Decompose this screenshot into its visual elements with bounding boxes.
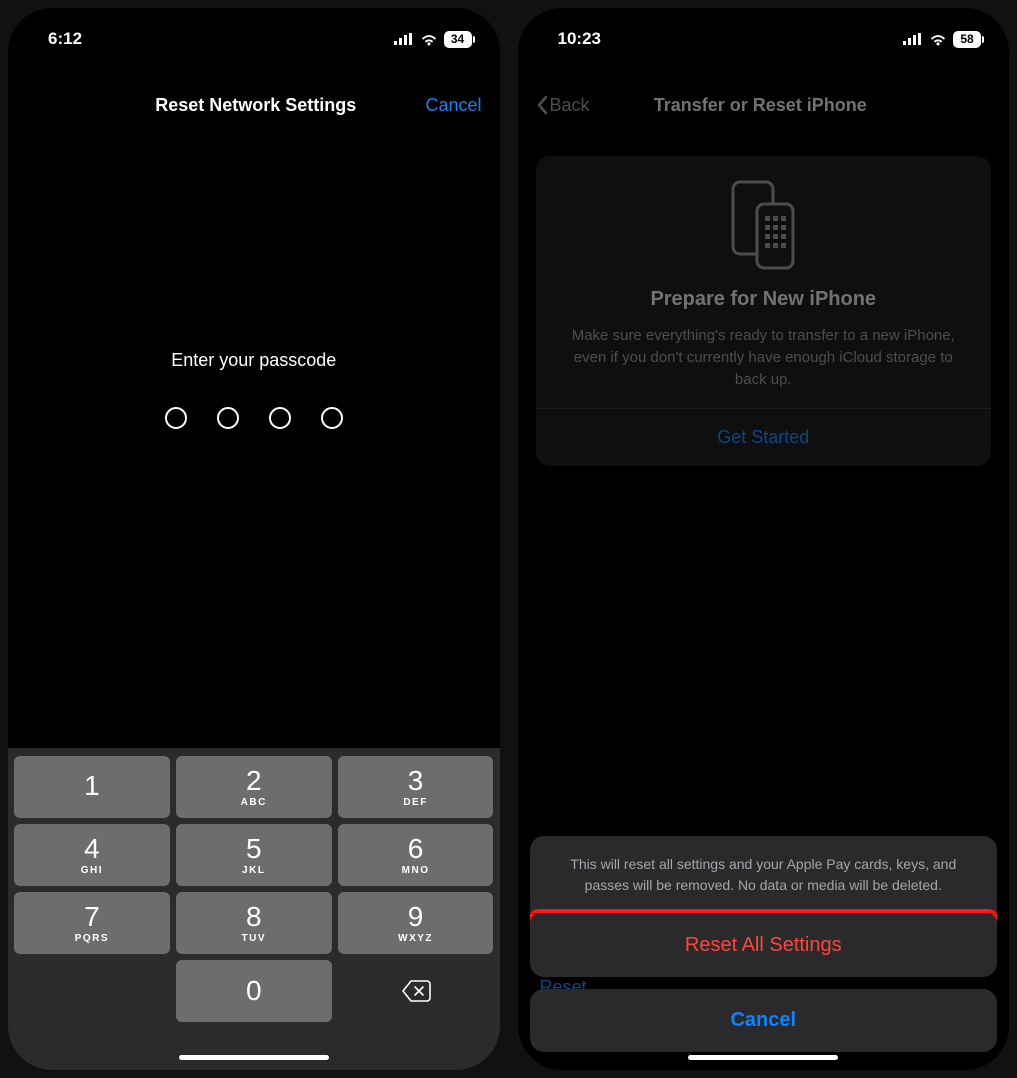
- chevron-left-icon: [536, 95, 548, 115]
- cellular-icon: [394, 33, 414, 45]
- card-title: Prepare for New iPhone: [554, 288, 974, 311]
- action-sheet-panel: This will reset all settings and your Ap…: [530, 836, 998, 977]
- get-started-button[interactable]: Get Started: [554, 409, 974, 466]
- transfer-reset-screen: 10:23 58 Back Transfer or Reset iPhone: [518, 8, 1010, 1070]
- home-indicator[interactable]: [179, 1055, 329, 1060]
- wifi-icon: [929, 33, 947, 46]
- keypad-8[interactable]: 8TUV: [176, 892, 332, 954]
- keypad-5[interactable]: 5JKL: [176, 824, 332, 886]
- keypad-6[interactable]: 6MNO: [338, 824, 494, 886]
- passcode-screen: 6:12 34 Reset Network Settings Cancel En…: [8, 8, 500, 1070]
- passcode-dots: [165, 407, 343, 429]
- keypad-2[interactable]: 2ABC: [176, 756, 332, 818]
- passcode-prompt: Enter your passcode: [171, 350, 336, 371]
- status-right: 58: [903, 31, 981, 48]
- keypad-7[interactable]: 7PQRS: [14, 892, 170, 954]
- sheet-cancel-button[interactable]: Cancel: [530, 989, 998, 1052]
- status-right: 34: [394, 31, 472, 48]
- back-label: Back: [550, 95, 590, 116]
- sheet-message: This will reset all settings and your Ap…: [530, 836, 998, 913]
- cancel-button[interactable]: Cancel: [425, 95, 481, 116]
- status-bar: 6:12 34: [8, 8, 500, 56]
- keypad-4[interactable]: 4GHI: [14, 824, 170, 886]
- prepare-card: Prepare for New iPhone Make sure everyth…: [536, 156, 992, 466]
- status-time: 10:23: [558, 29, 601, 49]
- home-indicator[interactable]: [688, 1055, 838, 1060]
- passcode-dot: [321, 407, 343, 429]
- battery-indicator: 58: [953, 31, 981, 48]
- reset-all-settings-button[interactable]: Reset All Settings: [530, 913, 998, 977]
- number-keypad: 1 2ABC 3DEF 4GHI 5JKL 6MNO 7PQRS 8TUV 9W…: [8, 748, 500, 1070]
- card-body: Make sure everything's ready to transfer…: [554, 325, 974, 408]
- backspace-icon: [401, 980, 431, 1002]
- keypad-blank: [14, 960, 170, 1022]
- back-button[interactable]: Back: [536, 95, 590, 116]
- action-sheet: This will reset all settings and your Ap…: [530, 836, 998, 1052]
- annotation-highlight: Reset All Settings: [530, 909, 998, 977]
- keypad-delete[interactable]: [338, 960, 494, 1022]
- nav-bar: Reset Network Settings Cancel: [8, 56, 500, 126]
- devices-icon: [554, 180, 974, 272]
- battery-indicator: 34: [444, 31, 472, 48]
- nav-title: Reset Network Settings: [86, 95, 425, 116]
- passcode-dot: [269, 407, 291, 429]
- nav-bar: Back Transfer or Reset iPhone: [518, 56, 1010, 126]
- nav-title: Transfer or Reset iPhone: [590, 95, 931, 116]
- passcode-dot: [165, 407, 187, 429]
- keypad-1[interactable]: 1: [14, 756, 170, 818]
- status-time: 6:12: [48, 29, 82, 49]
- keypad-9[interactable]: 9WXYZ: [338, 892, 494, 954]
- cellular-icon: [903, 33, 923, 45]
- keypad-3[interactable]: 3DEF: [338, 756, 494, 818]
- status-bar: 10:23 58: [518, 8, 1010, 56]
- passcode-dot: [217, 407, 239, 429]
- wifi-icon: [420, 33, 438, 46]
- keypad-0[interactable]: 0: [176, 960, 332, 1022]
